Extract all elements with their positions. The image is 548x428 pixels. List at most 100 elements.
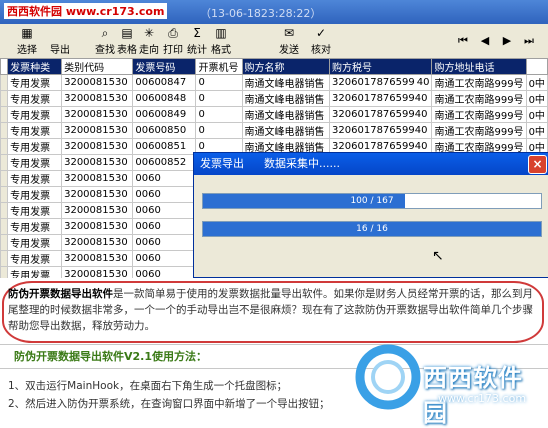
table-cell: 00600849 — [132, 106, 197, 123]
row-marker-header — [0, 58, 9, 75]
table-row[interactable]: 专用发票 3200081530 00600849 0 南通文峰电器销售 320601787… — [0, 106, 548, 123]
table-cell: 专用发票 — [7, 250, 63, 267]
column-header[interactable]: 发票号码 — [132, 58, 197, 75]
row-marker[interactable] — [0, 106, 9, 123]
dialog-title-bar: 发票导出 数据采集中...... × — [194, 153, 548, 175]
trend-button[interactable]: ✳ 走向 — [138, 26, 160, 56]
select-button[interactable]: ▦ 选择 — [16, 26, 38, 56]
verify-button[interactable]: ✓ 核对 — [310, 26, 332, 56]
row-marker[interactable] — [0, 218, 9, 235]
toolbar: ▦ 选择 导出 ⌕ 查找 ▤ 表格 ✳ 走向 ⎙ 打印 Σ 统计 ▥ 格式 ✉ 发送 ✓ 核对 ⏮… — [0, 24, 548, 59]
table-cell: 3206017876599 40 — [329, 74, 433, 91]
table-cell: 3200081530 — [61, 234, 134, 251]
table-row[interactable]: 专用发票 3200081530 00600850 0 南通文峰电器销售 320601787… — [0, 122, 548, 139]
table-cell: 专用发票 — [7, 138, 63, 155]
table-cell: 0060 — [132, 234, 197, 251]
row-marker[interactable] — [0, 74, 9, 91]
last-record-button[interactable]: ⏭ — [518, 32, 540, 50]
print-button[interactable]: ⎙ 打印 — [162, 26, 184, 56]
row-marker[interactable] — [0, 202, 9, 219]
table-cell: 专用发票 — [7, 186, 63, 203]
row-marker[interactable] — [0, 154, 9, 171]
title-bar: 西西软件园 www.cr173.com （13-06-1823:28:22） — [0, 0, 548, 24]
table-cell: 0060 — [132, 250, 197, 267]
next-record-button[interactable]: ▶ — [496, 32, 518, 50]
export-icon — [53, 26, 67, 40]
table-cell: 专用发票 — [7, 202, 63, 219]
table-cell: 00600850 — [132, 122, 197, 139]
description-text: 防伪开票数据导出软件是一款简单易于使用的发票数据批量导出软件。如果你是财务人员经… — [8, 288, 533, 332]
table-cell: 00600848 — [132, 90, 197, 107]
column-header[interactable]: 购方名称 — [241, 58, 331, 75]
table-cell: 0 — [195, 106, 243, 123]
usage-title: 防伪开票数据导出软件V2.1使用方法： — [14, 350, 207, 363]
stats-icon: Σ — [193, 26, 201, 40]
table-cell: 专用发票 — [7, 74, 63, 91]
table-cell: 南通文峰电器销售 — [241, 106, 331, 123]
table-cell: 0060 — [132, 170, 197, 187]
table-button[interactable]: ▤ 表格 — [116, 26, 138, 56]
table-cell: 3200081530 — [61, 74, 134, 91]
last-icon: ⏭ — [524, 34, 534, 47]
column-header[interactable] — [525, 58, 548, 75]
table-cell: 320601787659940 — [329, 106, 433, 123]
select-icon: ▦ — [21, 26, 33, 40]
table-cell: 南通文峰电器销售 — [241, 74, 331, 91]
step-2: 2、然后进入防伪开票系统，在查询窗口界面中新增了一个导出按钮； — [8, 398, 330, 410]
find-icon: ⌕ — [101, 26, 109, 40]
export-button[interactable]: 导出 — [48, 26, 72, 56]
first-icon: ⏮ — [458, 34, 468, 47]
printer-icon: ⎙ — [168, 26, 178, 40]
table-cell: 3200081530 — [61, 154, 134, 171]
table-cell: 320601787659940 — [329, 122, 433, 139]
progress-fill-records: 100 / 167 — [203, 194, 406, 208]
find-button[interactable]: ⌕ 查找 — [94, 26, 116, 56]
stats-button[interactable]: Σ 统计 — [186, 26, 208, 56]
table-cell: 专用发票 — [7, 170, 63, 187]
table-cell: 南通工农南路999号 — [431, 106, 527, 123]
table-cell: 0中 — [525, 90, 548, 107]
column-header[interactable]: 购方税号 — [329, 58, 433, 75]
table-cell: 0060 — [132, 202, 197, 219]
table-cell: 0中 — [525, 74, 548, 91]
dialog-status: 数据采集中...... — [264, 157, 340, 170]
row-marker[interactable] — [0, 90, 9, 107]
table-cell: 南通文峰电器销售 — [241, 90, 331, 107]
table-cell: 3200081530 — [61, 170, 134, 187]
format-button[interactable]: ▥ 格式 — [210, 26, 232, 56]
row-marker[interactable] — [0, 250, 9, 267]
table-cell: 0060 — [132, 218, 197, 235]
send-button[interactable]: ✉ 发送 — [278, 26, 300, 56]
table-cell: 南通工农南路999号 — [431, 122, 527, 139]
column-header[interactable]: 发票种类 — [7, 58, 63, 75]
progress-fill-batches: 16 / 16 — [203, 222, 541, 236]
column-header[interactable]: 开票机号 — [195, 58, 243, 75]
format-icon: ▥ — [215, 26, 227, 40]
close-icon[interactable]: × — [528, 155, 547, 174]
row-marker[interactable] — [0, 122, 9, 139]
next-icon: ▶ — [502, 34, 512, 47]
table-cell: 南通文峰电器销售 — [241, 122, 331, 139]
table-cell: 3200081530 — [61, 250, 134, 267]
table-cell: 00600851 — [132, 138, 197, 155]
table-row[interactable]: 专用发票 3200081530 00600847 0 南通文峰电器销售 320601787… — [0, 74, 548, 91]
column-header[interactable]: 购方地址电话 — [431, 58, 527, 75]
table-cell: 3200081530 — [61, 218, 134, 235]
table-cell: 专用发票 — [7, 218, 63, 235]
table-row[interactable]: 专用发票 3200081530 00600848 0 南通文峰电器销售 320601787… — [0, 90, 548, 107]
table-cell: 3200081530 — [61, 186, 134, 203]
row-marker[interactable] — [0, 170, 9, 187]
row-marker[interactable] — [0, 234, 9, 251]
logo-mark-icon — [355, 344, 421, 410]
step-1: 1、双击运行MainHook，在桌面右下角生成一个托盘图标； — [8, 380, 288, 392]
table-cell: 0 — [195, 122, 243, 139]
table-cell: 00600847 — [132, 74, 197, 91]
column-header[interactable]: 类别代码 — [61, 58, 134, 75]
row-marker[interactable] — [0, 186, 9, 203]
row-marker[interactable] — [0, 138, 9, 155]
prev-record-button[interactable]: ◀ — [474, 32, 496, 50]
first-record-button[interactable]: ⏮ — [452, 32, 474, 50]
send-icon: ✉ — [283, 26, 295, 40]
row-marker[interactable] — [0, 266, 9, 278]
table-cell: 3200081530 — [61, 202, 134, 219]
